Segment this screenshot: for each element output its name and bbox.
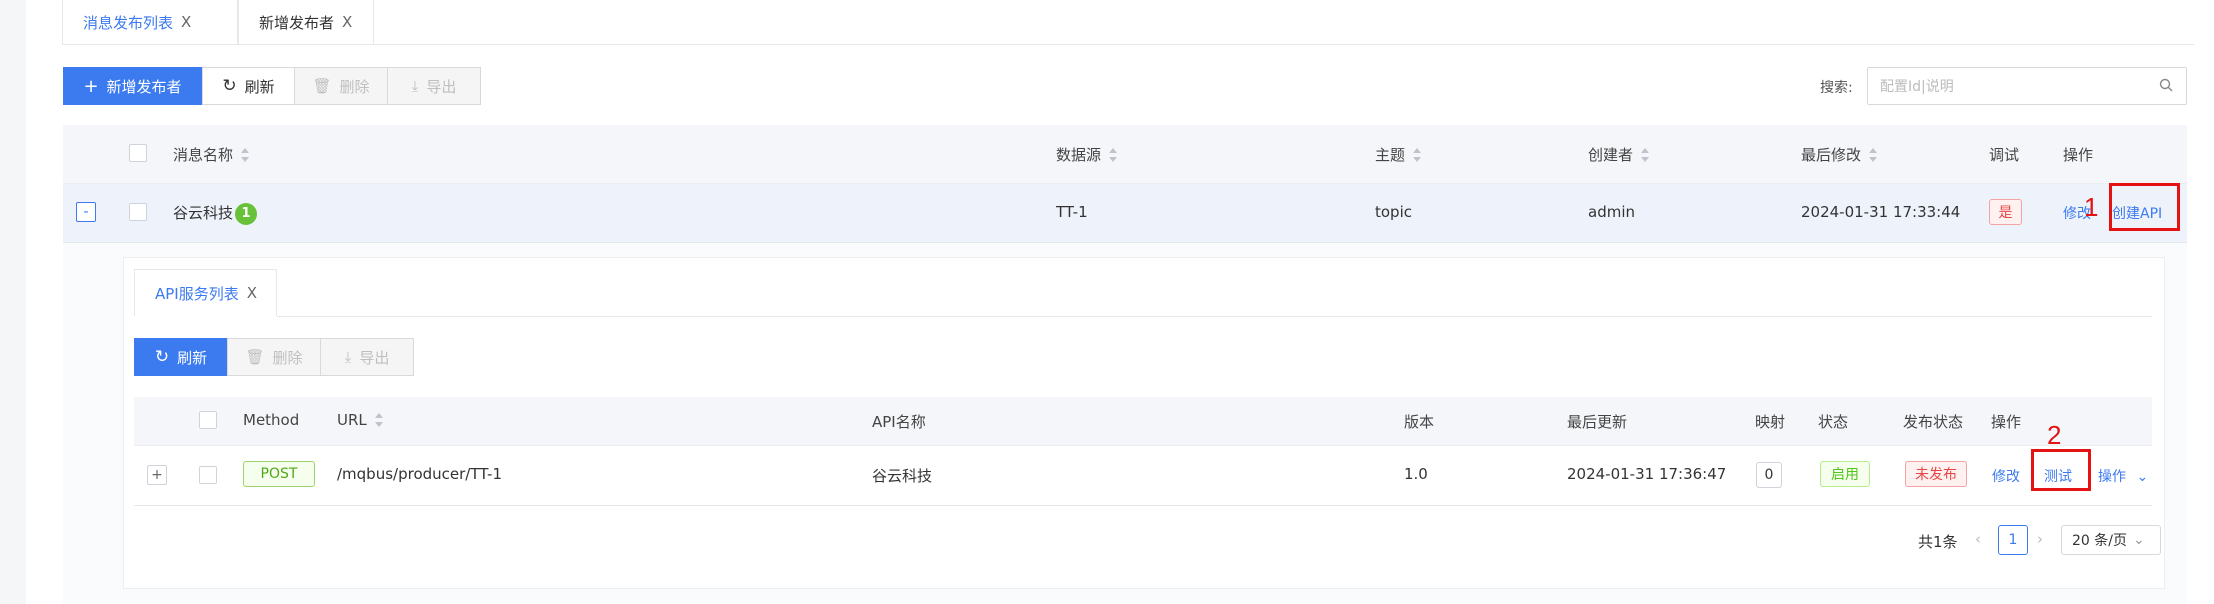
download-icon: ⤓ <box>344 348 352 366</box>
row-checkbox[interactable] <box>129 203 147 221</box>
download-icon: ⤓ <box>411 77 419 95</box>
search-placeholder: 配置Id|说明 <box>1880 79 1954 95</box>
column-header-actions: 操作 <box>2063 146 2094 164</box>
tab-message-publish-list[interactable]: 消息发布列表 X <box>62 0 238 44</box>
sort-icon[interactable] <box>1109 147 1118 162</box>
updated-cell: 2024-01-31 17:36:47 <box>1567 465 1727 483</box>
add-publisher-label: 新增发布者 <box>106 77 182 96</box>
column-header-actions: 操作 <box>1991 413 2022 431</box>
api-delete-button[interactable]: 🗑 删除 <box>227 338 321 376</box>
export-button[interactable]: ⤓ 导出 <box>387 67 481 105</box>
message-name: 谷云科技 <box>173 204 234 222</box>
plus-icon: + <box>83 75 99 97</box>
message-name-cell: 谷云科技 1 <box>173 202 258 225</box>
close-icon[interactable]: X <box>342 13 352 31</box>
column-header-debug: 调试 <box>1989 146 2020 164</box>
column-header-modified[interactable]: 最后修改 <box>1801 144 1878 165</box>
api-select-all-checkbox[interactable] <box>199 411 217 429</box>
search-icon[interactable] <box>2158 77 2174 93</box>
column-header-mapping: 映射 <box>1755 413 1786 431</box>
column-header-api-name: API名称 <box>872 413 926 431</box>
more-actions-label: 操作 <box>2098 469 2126 485</box>
tab-label: API服务列表 <box>155 284 239 303</box>
export-label: 导出 <box>359 348 390 367</box>
method-badge: POST <box>243 461 315 487</box>
row-expand-toggle[interactable]: + <box>147 465 167 485</box>
pagination-total: 共1条 <box>1918 533 1958 551</box>
api-export-button[interactable]: ⤓ 导出 <box>320 338 414 376</box>
column-header-name[interactable]: 消息名称 <box>173 144 250 165</box>
count-badge: 1 <box>235 202 258 225</box>
subtab-divider <box>277 316 2152 317</box>
delete-label: 删除 <box>272 348 303 367</box>
topic-cell: topic <box>1375 203 1412 221</box>
chevron-right-icon[interactable]: › <box>2037 530 2043 548</box>
annotation-marker-1: 1 <box>2084 192 2099 222</box>
creator-cell: admin <box>1588 203 1635 221</box>
trash-icon: 🗑 <box>245 348 265 366</box>
column-header-method: Method <box>243 411 300 429</box>
tab-label: 新增发布者 <box>259 13 335 32</box>
column-header-publish-status: 发布状态 <box>1903 413 1964 431</box>
sort-icon[interactable] <box>1641 147 1650 162</box>
column-header-creator[interactable]: 创建者 <box>1588 144 1650 165</box>
annotation-box-2 <box>2031 449 2091 491</box>
datasource-cell: TT-1 <box>1056 203 1088 221</box>
mapping-count-badge: 0 <box>1756 462 1782 488</box>
row-collapse-toggle[interactable]: - <box>76 202 96 222</box>
tab-add-publisher[interactable]: 新增发布者 X <box>238 0 374 44</box>
tab-label: 消息发布列表 <box>83 13 174 32</box>
more-actions-dropdown[interactable]: 操作 ⌄ <box>2098 466 2148 486</box>
version-cell: 1.0 <box>1404 465 1428 483</box>
main-content: 消息发布列表 X 新增发布者 X + 新增发布者 ↻ 刷新 🗑 删除 ⤓ 导出 … <box>26 0 2214 604</box>
export-label: 导出 <box>426 77 457 96</box>
refresh-icon: ↻ <box>154 347 170 367</box>
chevron-left-icon[interactable]: ‹ <box>1975 530 1981 548</box>
add-publisher-button[interactable]: + 新增发布者 <box>63 67 202 105</box>
sort-icon[interactable] <box>241 147 250 162</box>
page-button-1[interactable]: 1 <box>1998 525 2028 555</box>
column-header-datasource[interactable]: 数据源 <box>1056 144 1118 165</box>
page-size-label: 20 条/页 <box>2072 533 2127 549</box>
refresh-label: 刷新 <box>177 348 208 367</box>
sort-icon[interactable] <box>1413 147 1422 162</box>
column-header-status: 状态 <box>1818 413 1849 431</box>
annotation-marker-2: 2 <box>2047 420 2062 450</box>
column-header-url[interactable]: URL <box>337 411 383 429</box>
refresh-button[interactable]: ↻ 刷新 <box>202 67 295 105</box>
sort-icon[interactable] <box>374 413 383 427</box>
column-header-version: 版本 <box>1404 413 1435 431</box>
delete-button[interactable]: 🗑 删除 <box>294 67 388 105</box>
tab-api-service-list[interactable]: API服务列表 X <box>134 269 277 316</box>
column-header-updated: 最后更新 <box>1567 413 1628 431</box>
api-table-header <box>134 397 2152 446</box>
delete-label: 删除 <box>339 77 370 96</box>
chevron-down-icon: ⌄ <box>2136 469 2149 485</box>
close-icon[interactable]: X <box>181 13 191 31</box>
api-edit-link[interactable]: 修改 <box>1992 466 2020 486</box>
chevron-down-icon: ⌄ <box>2132 532 2145 548</box>
api-row-checkbox[interactable] <box>199 466 217 484</box>
sort-icon[interactable] <box>1869 147 1878 162</box>
trash-icon: 🗑 <box>312 77 332 95</box>
page-size-select[interactable]: 20 条/页 ⌄ <box>2061 525 2161 555</box>
search-label: 搜索: <box>1820 80 1853 96</box>
column-header-topic[interactable]: 主题 <box>1375 144 1422 165</box>
api-name-cell: 谷云科技 <box>872 467 933 485</box>
tabbar-divider <box>62 44 2194 45</box>
close-icon[interactable]: X <box>247 284 257 302</box>
refresh-label: 刷新 <box>244 77 275 96</box>
publish-status-badge: 未发布 <box>1905 461 1967 487</box>
refresh-icon: ↻ <box>222 76 237 96</box>
left-sidebar-edge <box>0 0 26 604</box>
select-all-checkbox[interactable] <box>129 144 147 162</box>
api-refresh-button[interactable]: ↻ 刷新 <box>134 338 228 376</box>
search-input[interactable]: 配置Id|说明 <box>1867 67 2187 105</box>
annotation-box-1 <box>2109 183 2180 231</box>
status-badge: 启用 <box>1820 461 1870 487</box>
debug-status-badge: 是 <box>1989 199 2022 225</box>
url-cell: /mqbus/producer/TT-1 <box>337 465 502 483</box>
modified-cell: 2024-01-31 17:33:44 <box>1801 203 1961 221</box>
